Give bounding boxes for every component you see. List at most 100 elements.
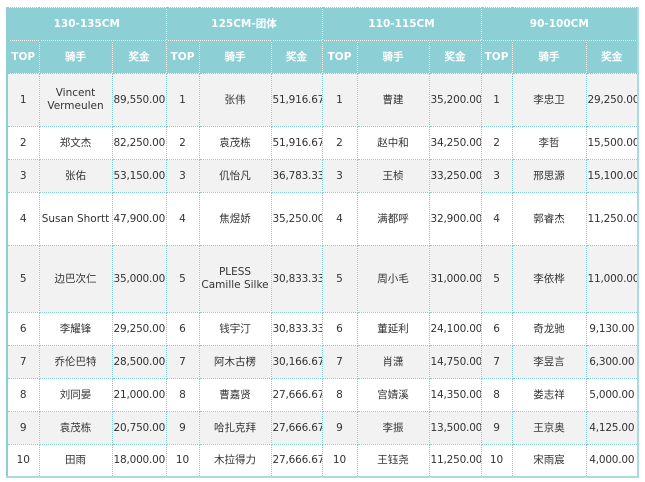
group-header-row: 130-135CM 125CM-团体 110-115CM 90-100CM	[6, 7, 639, 41]
rank-cell: 7	[6, 345, 40, 379]
rider-cell: 焦煜娇	[198, 192, 272, 246]
column-header-rider: 骑手	[198, 40, 272, 74]
table-row: 9 袁茂栋 20,750.00 9 哈扎克拜 27,666.67 9 李振 13,500.00 9…	[6, 411, 639, 445]
prize-cell: 31,000.00	[428, 245, 482, 313]
rank-cell: 5	[321, 245, 358, 313]
rider-cell: 张伟	[198, 73, 272, 127]
rank-cell: 5	[6, 245, 40, 313]
rank-cell: 4	[6, 192, 40, 246]
prize-cell: 21,000.00	[111, 378, 167, 412]
prize-cell: 13,500.00	[428, 411, 482, 445]
rider-cell: 张佑	[38, 159, 113, 193]
column-header-rider: 骑手	[38, 40, 113, 74]
table-row: 1 Vincent Vermeulen 89,550.00 1 张伟 51,916.67 1…	[6, 73, 639, 127]
prize-cell: 35,250.00	[270, 192, 323, 246]
prize-cell: 30,166.67	[270, 345, 323, 379]
rider-cell: 李耀锋	[38, 312, 113, 346]
prize-cell: 24,100.00	[428, 312, 482, 346]
rider-cell: 乔伦巴特	[38, 345, 113, 379]
rider-cell: 满都呼	[356, 192, 430, 246]
rider-cell: Vincent Vermeulen	[38, 73, 113, 127]
prize-cell: 27,666.67	[270, 444, 323, 477]
rider-cell: 周小毛	[356, 245, 430, 313]
table-row: 5 边巴次仁 35,000.00 5 PLESS Camille Silke 30,833…	[6, 245, 639, 313]
rider-cell: 木拉得力	[198, 444, 272, 477]
rank-cell: 4	[165, 192, 200, 246]
table-row: 2 郑文杰 82,250.00 2 袁茂栋 51,916.67 2 赵中和 34,250.00 2…	[6, 126, 639, 160]
rank-cell: 2	[321, 126, 358, 160]
rank-cell: 2	[480, 126, 513, 160]
prize-cell: 14,750.00	[428, 345, 482, 379]
rank-cell: 6	[6, 312, 40, 346]
prize-cell: 35,000.00	[111, 245, 167, 313]
prize-cell: 51,916.67	[270, 73, 323, 127]
group-title: 130-135CM	[6, 7, 167, 41]
rider-cell: 田雨	[38, 444, 113, 477]
rider-cell: 钱宇汀	[198, 312, 272, 346]
rider-cell: 宋雨宸	[511, 444, 587, 477]
prize-cell: 89,550.00	[111, 73, 167, 127]
rider-cell: 宫婧溪	[356, 378, 430, 412]
rider-cell: 李依桦	[511, 245, 587, 313]
rider-cell: 娄志祥	[511, 378, 587, 412]
prize-cell: 11,250.00	[428, 444, 482, 477]
rank-cell: 3	[165, 159, 200, 193]
column-header-rider: 骑手	[511, 40, 587, 74]
prize-cell: 35,200.00	[428, 73, 482, 127]
rider-cell: 李哲	[511, 126, 587, 160]
rank-cell: 7	[480, 345, 513, 379]
table-row: 7 乔伦巴特 28,500.00 7 阿木古楞 30,166.67 7 肖潇 14,750.00…	[6, 345, 639, 379]
column-header-row: TOP 骑手 奖金 TOP 骑手 奖金 TOP 骑手 奖金 TOP 骑手 奖金	[6, 40, 639, 74]
rank-cell: 2	[165, 126, 200, 160]
rank-cell: 1	[480, 73, 513, 127]
prize-cell: 27,666.67	[270, 411, 323, 445]
rider-cell: 邢思源	[511, 159, 587, 193]
group-title: 125CM-团体	[165, 7, 323, 41]
prize-cell: 32,900.00	[428, 192, 482, 246]
prize-cell: 5,000.00	[585, 378, 639, 412]
prize-cell: 47,900.00	[111, 192, 167, 246]
prize-cell: 34,250.00	[428, 126, 482, 160]
column-header-top: TOP	[6, 40, 40, 74]
prize-cell: 53,150.00	[111, 159, 167, 193]
prize-cell: 18,000.00	[111, 444, 167, 477]
rider-cell: 曹建	[356, 73, 430, 127]
rider-cell: 郭睿杰	[511, 192, 587, 246]
rider-cell: 董延利	[356, 312, 430, 346]
prize-cell: 15,500.00	[585, 126, 639, 160]
rider-cell: 肖潇	[356, 345, 430, 379]
prize-cell: 29,250.00	[111, 312, 167, 346]
rank-cell: 8	[480, 378, 513, 412]
rank-cell: 3	[480, 159, 513, 193]
rank-cell: 6	[165, 312, 200, 346]
prize-cell: 30,833.33	[270, 245, 323, 313]
table-row: 10 田雨 18,000.00 10 木拉得力 27,666.67 10 王钰尧 11,250.…	[6, 444, 639, 477]
rider-cell: 赵中和	[356, 126, 430, 160]
prize-cell: 33,250.00	[428, 159, 482, 193]
rider-cell: 郑文杰	[38, 126, 113, 160]
prize-cell: 15,100.00	[585, 159, 639, 193]
rank-cell: 4	[480, 192, 513, 246]
rank-cell: 1	[165, 73, 200, 127]
rank-cell: 9	[480, 411, 513, 445]
rider-cell: 袁茂栋	[198, 126, 272, 160]
rider-cell: 李昱言	[511, 345, 587, 379]
prize-cell: 30,833.33	[270, 312, 323, 346]
prize-cell: 14,350.00	[428, 378, 482, 412]
prize-cell: 29,250.00	[585, 73, 639, 127]
rank-cell: 10	[165, 444, 200, 477]
table-row: 6 李耀锋 29,250.00 6 钱宇汀 30,833.33 6 董延利 24,100.00 6…	[6, 312, 639, 346]
rider-cell: 曹嘉贤	[198, 378, 272, 412]
table-row: 4 Susan Shortt 47,900.00 4 焦煜娇 35,250.00 4 满都呼 3…	[6, 192, 639, 246]
rank-cell: 3	[6, 159, 40, 193]
prize-cell: 28,500.00	[111, 345, 167, 379]
rank-cell: 7	[321, 345, 358, 379]
prize-cell: 11,250.00	[585, 192, 639, 246]
rank-cell: 1	[6, 73, 40, 127]
column-header-top: TOP	[480, 40, 513, 74]
rank-cell: 1	[321, 73, 358, 127]
prize-cell: 27,666.67	[270, 378, 323, 412]
rank-cell: 9	[6, 411, 40, 445]
table-row: 8 刘同晏 21,000.00 8 曹嘉贤 27,666.67 8 宫婧溪 14,350.00 8…	[6, 378, 639, 412]
column-header-prize: 奖金	[270, 40, 323, 74]
